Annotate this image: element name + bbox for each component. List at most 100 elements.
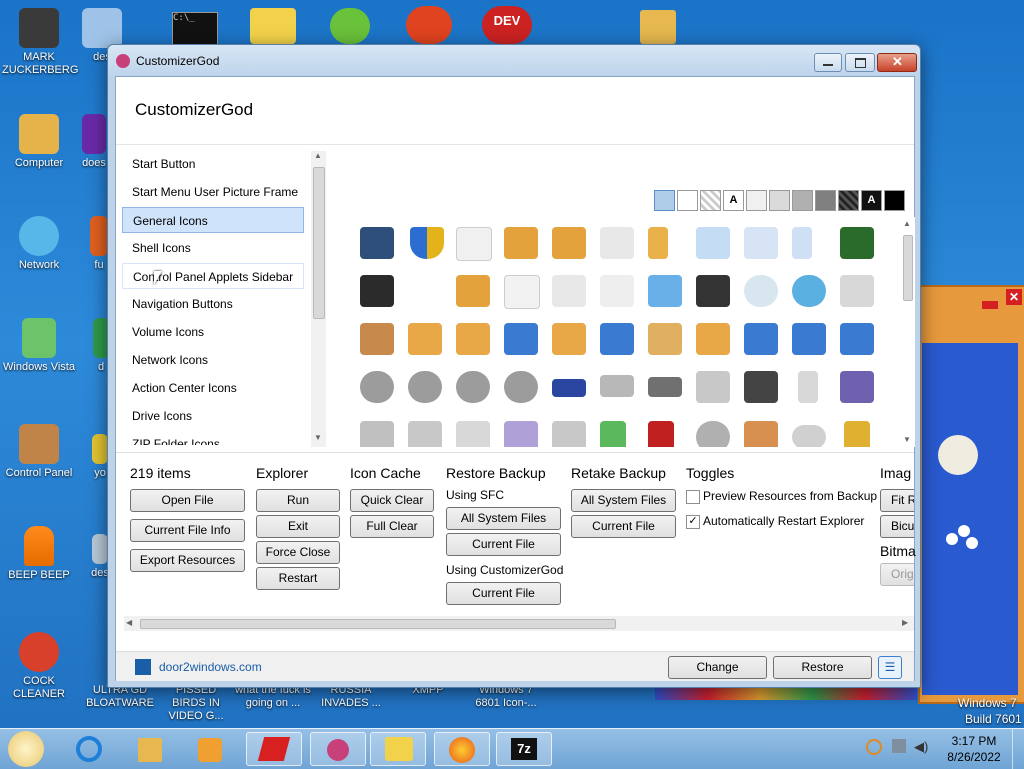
taskbar-ie-icon[interactable] (62, 732, 118, 766)
folder-icon[interactable] (456, 323, 490, 355)
category-item-hover[interactable]: Control Panel Applets Sidebar (122, 263, 304, 289)
mouse-icon[interactable] (792, 425, 826, 447)
dev-cpp-icon[interactable]: DEV (482, 6, 532, 44)
recycle-bin-full-icon[interactable] (600, 421, 626, 447)
horizontal-scrollbar[interactable]: ◀ ▶ (124, 616, 914, 631)
users-icon[interactable] (744, 323, 778, 355)
dvd-rom-icon[interactable] (456, 371, 490, 403)
retake-all-system-files-button[interactable]: All System Files (571, 489, 676, 512)
explorer-exit-button[interactable]: Exit (256, 515, 340, 538)
explorer-run-button[interactable]: Run (256, 489, 340, 512)
folder-icon[interactable] (648, 227, 668, 259)
bg-swatch-gray[interactable] (792, 190, 813, 211)
quick-clear-button[interactable]: Quick Clear (350, 489, 434, 512)
printer-check-icon[interactable] (360, 421, 394, 447)
document-icon[interactable] (504, 275, 540, 309)
door2windows-link[interactable]: door2windows.com (159, 660, 262, 674)
removable-drive-icon[interactable] (648, 377, 682, 397)
folder-icon[interactable] (648, 323, 682, 355)
phone-icon[interactable] (798, 371, 818, 403)
desktop-icon-pissed-birds[interactable]: PISSED BIRDS IN VIDEO G... (158, 684, 234, 723)
printer-check-icon[interactable] (408, 421, 442, 447)
bg-swatch-black-text[interactable]: A (861, 190, 882, 211)
scroll-down-icon[interactable]: ▼ (903, 435, 911, 444)
desktop-icon-network[interactable]: Network (2, 216, 76, 272)
background-game-window[interactable]: ✕ (918, 285, 1024, 704)
p-app-icon[interactable] (406, 6, 452, 44)
bg-swatch-checker[interactable] (700, 190, 721, 211)
desktop-icon-windows-vista[interactable]: Windows Vista (2, 318, 76, 374)
tray-volume-icon[interactable]: ◀) (914, 739, 928, 755)
blank-page-icon[interactable] (792, 227, 812, 259)
folder-icon[interactable] (552, 323, 586, 355)
window-switch-icon[interactable] (360, 227, 394, 259)
category-item[interactable]: Start Button (122, 151, 314, 177)
category-scrollbar[interactable]: ▲ ▼ (311, 151, 326, 447)
folder-open-icon[interactable] (504, 227, 538, 259)
category-item[interactable]: Volume Icons (122, 319, 314, 345)
change-button[interactable]: Change (668, 656, 767, 679)
category-item[interactable]: Action Center Icons (122, 375, 314, 401)
category-item[interactable]: Network Icons (122, 347, 314, 373)
search-icon[interactable] (696, 227, 730, 259)
scroll-thumb[interactable] (140, 619, 616, 629)
category-item[interactable]: Drive Icons (122, 403, 314, 429)
camcorder-icon[interactable] (744, 371, 778, 403)
folder-icon[interactable] (408, 323, 442, 355)
explorer-force-close-button[interactable]: Force Close (256, 541, 340, 564)
scroll-up-icon[interactable]: ▲ (903, 219, 911, 228)
category-item[interactable]: Shell Icons (122, 235, 314, 261)
category-item[interactable]: Navigation Buttons (122, 291, 314, 317)
scroll-thumb[interactable] (903, 235, 913, 301)
bicubic-button[interactable]: Bicu (880, 515, 914, 538)
globe-icon[interactable] (792, 275, 826, 307)
scroll-thumb[interactable] (313, 167, 325, 319)
icon-grid-scrollbar[interactable]: ▲ ▼ (900, 217, 915, 447)
bg-swatch-light-blue[interactable] (654, 190, 675, 211)
folder-icon[interactable] (640, 10, 676, 44)
dvd-rw-icon[interactable] (504, 371, 538, 403)
desktop-icon-computer[interactable]: Computer (2, 114, 76, 170)
retake-current-file-button[interactable]: Current File (571, 515, 676, 538)
shield-icon[interactable] (410, 227, 444, 259)
desktop-icon-cock-cleaner[interactable]: COCK CLEANER (2, 632, 76, 701)
document-icon[interactable] (600, 275, 634, 307)
menu-button[interactable]: ☰ (878, 656, 902, 679)
blank-page-icon[interactable] (600, 227, 634, 259)
users-icon[interactable] (792, 323, 826, 355)
photo-icon[interactable] (744, 421, 778, 447)
cmd-prompt-icon[interactable]: C:\_ (172, 12, 218, 46)
floppy-check-icon[interactable] (840, 371, 874, 403)
scroll-left-icon[interactable]: ◀ (126, 618, 132, 627)
folder-open-icon[interactable] (552, 227, 586, 259)
blank-page-icon[interactable] (456, 227, 492, 261)
icon-grid[interactable] (352, 217, 900, 447)
cg-current-file-button[interactable]: Current File (446, 582, 561, 605)
desktop-icon-beep-beep[interactable]: BEEP BEEP (2, 526, 76, 582)
category-item[interactable]: ZIP Folder Icons (122, 431, 314, 445)
category-item-selected[interactable]: General Icons (122, 207, 304, 233)
angry-pig-icon[interactable] (330, 8, 370, 44)
category-item[interactable]: Start Menu User Picture Frame (122, 179, 314, 205)
users-icon[interactable] (504, 323, 538, 355)
printer-icon[interactable] (552, 421, 586, 447)
auto-restart-checkbox[interactable]: ✓ (686, 515, 700, 529)
blank-page-icon[interactable] (744, 227, 778, 259)
clock-date[interactable]: 8/26/2022 (940, 750, 1008, 764)
users-icon[interactable] (840, 323, 874, 355)
floppy-icon[interactable] (552, 379, 586, 397)
title-bar[interactable]: CustomizerGod ✕ (108, 45, 920, 75)
start-button[interactable] (8, 731, 44, 767)
scroll-right-icon[interactable]: ▶ (902, 618, 908, 627)
minimize-icon[interactable] (982, 301, 998, 309)
taskbar-7zip-icon[interactable]: 7z (496, 732, 552, 766)
recycle-bin-red-icon[interactable] (648, 421, 674, 447)
taskbar-media-player-icon[interactable] (182, 732, 238, 766)
restore-button[interactable]: Restore (773, 656, 872, 679)
control-panel-icon[interactable] (360, 323, 394, 355)
bg-swatch-white[interactable] (677, 190, 698, 211)
close-icon[interactable]: ✕ (1006, 289, 1022, 305)
scroll-up-icon[interactable]: ▲ (314, 151, 322, 160)
taskbar-s-app-icon[interactable] (246, 732, 302, 766)
bg-swatch-lightgray[interactable] (769, 190, 790, 211)
